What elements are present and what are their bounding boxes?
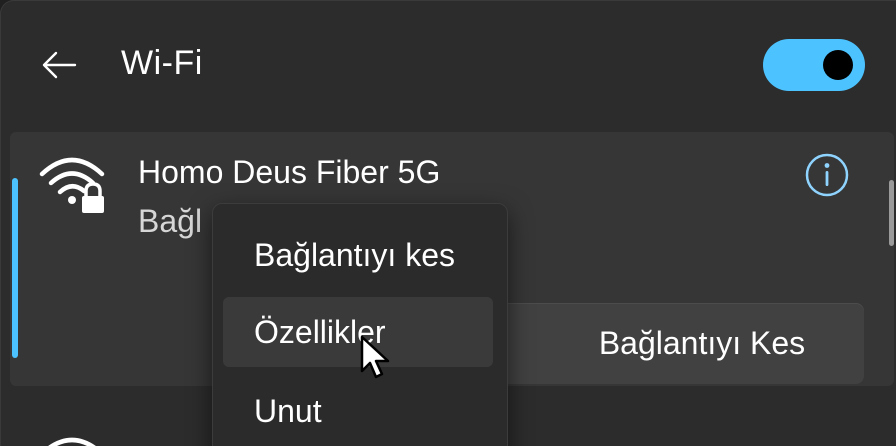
disconnect-button[interactable]: Bağlantıyı Kes: [490, 303, 864, 384]
connected-indicator: [12, 178, 18, 358]
wifi-icon: [48, 437, 96, 446]
info-icon[interactable]: [803, 151, 851, 199]
back-button[interactable]: [30, 40, 90, 90]
page-title: Wi-Fi: [121, 44, 203, 82]
scrollbar-thumb[interactable]: [889, 180, 894, 246]
toggle-knob: [823, 50, 853, 80]
menu-item-forget[interactable]: Unut: [223, 376, 493, 446]
mouse-pointer-icon: [360, 335, 390, 379]
wifi-secured-icon: [39, 157, 105, 213]
wifi-header: Wi-Fi: [0, 0, 896, 130]
wifi-toggle[interactable]: [763, 39, 865, 91]
menu-item-disconnect[interactable]: Bağlantıyı kes: [223, 220, 493, 290]
network-name: Homo Deus Fiber 5G: [138, 154, 441, 190]
arrow-left-icon: [42, 51, 77, 79]
context-menu: Bağlantıyı kes Özellikler Unut: [212, 203, 508, 446]
wifi-settings-panel: Wi-Fi Homo Deus Fiber 5G Bağl Bağlantıyı…: [0, 0, 896, 446]
menu-item-properties[interactable]: Özellikler: [223, 297, 493, 367]
